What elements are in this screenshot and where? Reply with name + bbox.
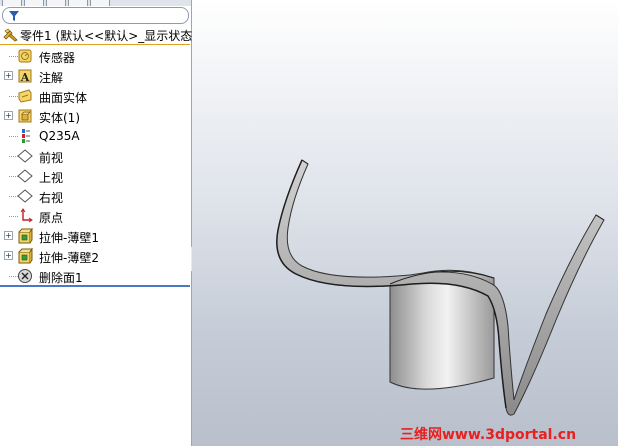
expand-toggle[interactable]: + [4, 231, 13, 240]
site-watermark: 三维网www.3dportal.cn [400, 427, 577, 443]
graphics-viewport[interactable] [192, 0, 618, 446]
tree-item-label: 上视 [39, 171, 64, 185]
plane-icon [17, 169, 33, 183]
tree-item-label: 传感器 [39, 51, 76, 65]
tree-item-extrude-thin-2[interactable]: + 拉伸-薄壁2 [0, 246, 191, 266]
rollback-bar[interactable] [0, 285, 190, 287]
tree-item-label: 实体(1) [39, 111, 80, 125]
tree-item-solid-bodies[interactable]: + 实体(1) [0, 106, 191, 126]
part-icon [3, 28, 18, 42]
tree-root-part[interactable]: 零件1 (默认<<默认>_显示状态 [0, 26, 193, 44]
tree-item-right-plane[interactable]: 右视 [0, 186, 191, 206]
svg-text:A: A [20, 71, 30, 84]
delete-face-icon [18, 269, 32, 283]
tree-item-label: 原点 [39, 211, 64, 225]
sensor-icon [18, 49, 32, 63]
tree-item-annotations[interactable]: + A 注解 [0, 66, 191, 86]
expand-toggle[interactable]: + [4, 251, 13, 260]
tree-item-front-plane[interactable]: 前视 [0, 146, 191, 166]
plane-icon [17, 189, 33, 203]
tree-item-label: 拉伸-薄壁1 [39, 231, 99, 245]
filter-input[interactable] [2, 7, 189, 24]
feature-manager-panel: 零件1 (默认<<默认>_显示状态 传感器 + A 注解 曲面实体 + 实体(1… [0, 0, 192, 446]
expand-toggle[interactable]: + [4, 71, 13, 80]
annotation-icon: A [18, 69, 32, 84]
tree-item-delete-face-1[interactable]: 删除面1 [0, 266, 191, 286]
tree-item-top-plane[interactable]: 上视 [0, 166, 191, 186]
filter-bar [0, 6, 191, 24]
filter-icon [9, 11, 19, 21]
extrude-thin-icon [18, 228, 33, 244]
surface-bodies-icon [18, 89, 32, 103]
tree-item-extrude-thin-1[interactable]: + 拉伸-薄壁1 [0, 226, 191, 246]
expand-toggle[interactable]: + [4, 111, 13, 120]
extrude-thin-icon [18, 248, 33, 264]
tree-item-label: 注解 [39, 71, 64, 85]
tree-item-label: 右视 [39, 191, 64, 205]
tree-item-label: 前视 [39, 151, 64, 165]
tree-item-sensors[interactable]: 传感器 [0, 46, 191, 66]
solid-bodies-icon [18, 109, 32, 123]
origin-icon [20, 208, 33, 223]
plane-icon [17, 149, 33, 163]
material-icon [22, 129, 30, 143]
tree-item-surface-bodies[interactable]: 曲面实体 [0, 86, 191, 106]
tree-item-material[interactable]: Q235A [0, 126, 191, 146]
tree-root-highlight [0, 44, 190, 45]
tree-item-origin[interactable]: 原点 [0, 206, 191, 226]
tree-item-label: Q235A [39, 129, 80, 143]
tree-item-label: 拉伸-薄壁2 [39, 251, 99, 265]
part-name-label: 零件1 (默认<<默认>_显示状态 [20, 29, 193, 43]
tree-item-label: 删除面1 [39, 271, 83, 285]
tree-item-label: 曲面实体 [39, 91, 88, 105]
sheet-metal-part-model [276, 159, 605, 416]
